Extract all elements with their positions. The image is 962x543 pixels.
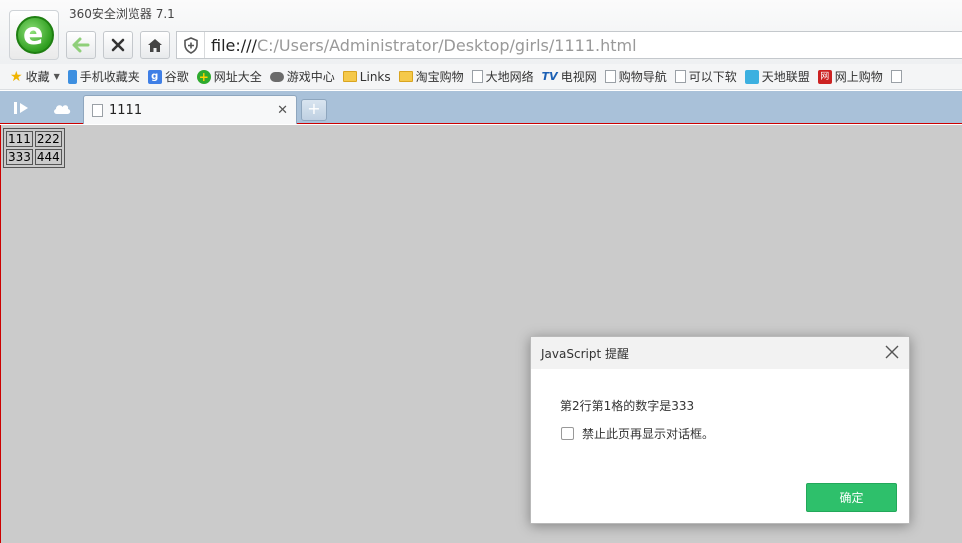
cloud-sync-button[interactable] bbox=[48, 97, 76, 119]
suppress-dialogs-checkbox[interactable]: 禁止此页再显示对话框。 bbox=[561, 425, 714, 442]
tiandi-icon bbox=[744, 69, 759, 84]
bookmark-item[interactable]: TV 电视网 bbox=[542, 67, 597, 87]
folder-icon bbox=[398, 71, 413, 82]
bookmark-item[interactable]: 大地网络 bbox=[471, 67, 534, 87]
window-title: 360安全浏览器 7.1 bbox=[69, 7, 175, 21]
close-icon[interactable] bbox=[885, 345, 899, 359]
bookmark-label: 购物导航 bbox=[618, 70, 667, 84]
url-text[interactable]: file:///C:/Users/Administrator/Desktop/g… bbox=[205, 36, 637, 55]
chevron-down-icon[interactable]: ▼ bbox=[54, 72, 60, 81]
back-arrow-icon bbox=[72, 37, 90, 53]
dialog-message: 第2行第1格的数字是333 bbox=[560, 399, 695, 413]
bookmark-label: 收藏 bbox=[25, 70, 50, 84]
cloud-icon bbox=[54, 105, 71, 114]
bookmark-label: 手机收藏夹 bbox=[79, 70, 140, 84]
tab-label: 1111 bbox=[109, 102, 143, 118]
bookmark-label: 网上购物 bbox=[834, 70, 883, 84]
shopping-icon: 网 bbox=[817, 69, 832, 84]
close-icon[interactable]: ✕ bbox=[277, 103, 288, 118]
bookmark-item[interactable] bbox=[890, 67, 905, 87]
table-row: 333 444 bbox=[6, 149, 62, 165]
home-icon bbox=[148, 38, 162, 52]
browser-toolbar: e 360安全浏览器 7.1 file:///C:/Users/Administ… bbox=[0, 0, 962, 64]
bookmark-item[interactable]: 手机收藏夹 bbox=[67, 67, 140, 87]
browser-logo-icon[interactable]: e bbox=[9, 10, 59, 60]
address-bar[interactable]: file:///C:/Users/Administrator/Desktop/g… bbox=[176, 31, 962, 59]
gamepad-icon bbox=[269, 71, 284, 82]
page-icon bbox=[604, 70, 616, 83]
table-cell: 333 bbox=[6, 149, 33, 165]
bookmark-label: 可以下软 bbox=[688, 70, 737, 84]
javascript-alert-dialog: JavaScript 提醒 第2行第1格的数字是333 禁止此页再显示对话框。 … bbox=[530, 336, 910, 524]
data-table: 111 222 333 444 bbox=[3, 128, 65, 168]
tab-strip: 1111 ✕ + bbox=[0, 91, 962, 124]
folder-icon bbox=[342, 71, 357, 82]
bookmark-label: 大地网络 bbox=[485, 70, 534, 84]
tv-icon: TV bbox=[541, 69, 558, 83]
bookmark-item[interactable]: Links bbox=[342, 67, 391, 87]
bookmark-item[interactable]: 天地联盟 bbox=[744, 67, 810, 87]
page-icon bbox=[92, 103, 103, 117]
bookmark-item[interactable]: 淘宝购物 bbox=[398, 67, 464, 87]
dialog-title: JavaScript 提醒 bbox=[541, 346, 629, 361]
bookmark-label: 游戏中心 bbox=[286, 70, 335, 84]
bookmark-item[interactable]: 购物导航 bbox=[604, 67, 667, 87]
phone-icon bbox=[67, 69, 77, 84]
star-icon: ★ bbox=[10, 68, 23, 85]
page-icon bbox=[674, 70, 686, 83]
bookmark-item[interactable]: 游戏中心 bbox=[269, 67, 335, 87]
sidebar-arrow-icon bbox=[14, 102, 28, 114]
table-cell: 222 bbox=[34, 131, 62, 147]
site-directory-icon: + bbox=[196, 69, 211, 84]
ok-button[interactable]: 确定 bbox=[806, 483, 897, 512]
home-button[interactable] bbox=[140, 31, 170, 59]
close-x-icon bbox=[111, 38, 125, 52]
google-icon: g bbox=[147, 69, 162, 84]
stop-button[interactable] bbox=[103, 31, 133, 59]
bookmark-label: 天地联盟 bbox=[761, 70, 810, 84]
bookmark-item[interactable]: + 网址大全 bbox=[196, 67, 262, 87]
bookmark-label: 谷歌 bbox=[164, 70, 189, 84]
bookmark-item[interactable]: 可以下软 bbox=[674, 67, 737, 87]
sidebar-toggle-button[interactable] bbox=[8, 97, 36, 119]
security-shield-icon[interactable] bbox=[177, 32, 205, 58]
url-protocol: file:/// bbox=[211, 35, 257, 55]
table-row: 111 222 bbox=[6, 131, 62, 147]
page-icon bbox=[471, 70, 483, 83]
new-tab-button[interactable]: + bbox=[301, 99, 327, 121]
checkbox-label: 禁止此页再显示对话框。 bbox=[582, 427, 715, 441]
bookmark-label: 电视网 bbox=[560, 70, 597, 84]
bookmark-label: 淘宝购物 bbox=[415, 70, 464, 84]
bookmark-label: Links bbox=[359, 69, 391, 84]
dialog-header: JavaScript 提醒 bbox=[531, 337, 909, 369]
url-path: C:/Users/Administrator/Desktop/girls/111… bbox=[256, 35, 637, 55]
back-button[interactable] bbox=[66, 31, 96, 59]
bookmark-label: 网址大全 bbox=[213, 70, 262, 84]
logo-letter: e bbox=[23, 17, 44, 52]
bookmark-favorites[interactable]: ★ 收藏 ▼ bbox=[10, 67, 60, 87]
table-cell: 111 bbox=[6, 131, 33, 147]
bookmark-item[interactable]: g 谷歌 bbox=[147, 67, 189, 87]
bookmarks-bar: ★ 收藏 ▼ 手机收藏夹 g 谷歌 + 网址大全 游戏中心 Links 淘宝购物 大… bbox=[0, 64, 962, 90]
checkbox-box[interactable] bbox=[561, 427, 574, 440]
bookmark-item[interactable]: 网网上购物 bbox=[817, 67, 883, 87]
table-cell: 444 bbox=[34, 149, 62, 165]
page-icon bbox=[890, 70, 902, 83]
tab-1111[interactable]: 1111 ✕ bbox=[83, 95, 297, 124]
